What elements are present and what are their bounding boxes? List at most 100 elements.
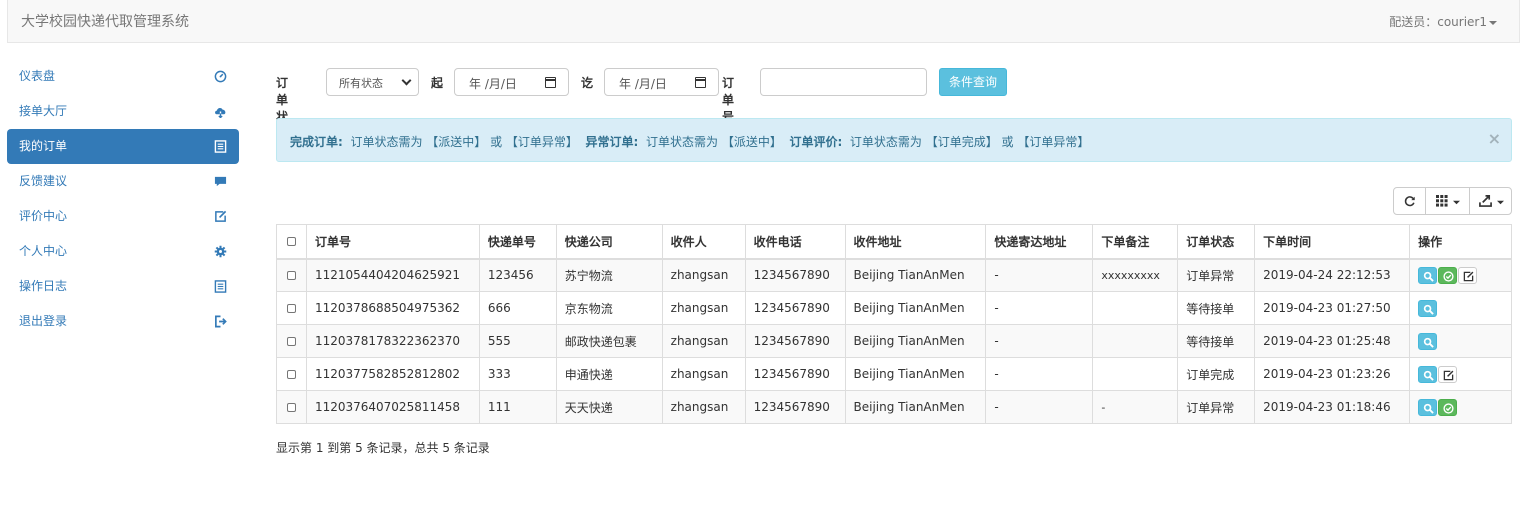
- select-all-checkbox[interactable]: [287, 237, 296, 247]
- edit-icon: [1463, 271, 1474, 282]
- edit-icon: [214, 210, 227, 223]
- to-date-input[interactable]: 年 /月/日: [604, 68, 719, 96]
- refresh-button[interactable]: [1393, 187, 1426, 215]
- time-cell: 2019-04-24 22:12:53: [1254, 258, 1411, 292]
- company-cell: 苏宁物流: [555, 258, 663, 292]
- company-cell: 申通快递: [555, 357, 663, 391]
- address-cell: Beijing TianAnMen: [844, 258, 987, 292]
- view-button[interactable]: [1418, 266, 1438, 284]
- user-label: 配送员：courier1: [1389, 15, 1487, 29]
- arrive-cell: -: [985, 291, 1094, 325]
- sidebar-item-order-hall[interactable]: 接单大厅: [7, 94, 239, 129]
- header-address[interactable]: 收件地址: [844, 224, 987, 260]
- gear-icon: [214, 245, 227, 258]
- header-tracking-no[interactable]: 快递单号: [478, 224, 557, 260]
- to-date-label: 讫: [581, 76, 594, 90]
- row-select-cell: [276, 258, 307, 292]
- export-button[interactable]: [1469, 187, 1512, 215]
- view-button[interactable]: [1418, 332, 1438, 350]
- columns-button[interactable]: [1425, 187, 1470, 215]
- search-icon: [1423, 304, 1434, 315]
- review-button[interactable]: [1438, 365, 1458, 383]
- sidebar-item-label: 操作日志: [19, 279, 68, 293]
- status-select[interactable]: 所有状态: [326, 68, 419, 96]
- order-no-cell: 1120378688504975362: [305, 291, 480, 325]
- pagination-summary: 显示第 1 到第 5 条记录，总共 5 条记录: [276, 441, 490, 455]
- company-cell: 邮政快递包裹: [555, 324, 663, 358]
- app-brand[interactable]: 大学校园快递代取管理系统: [21, 11, 189, 31]
- header-recipient[interactable]: 收件人: [661, 224, 746, 260]
- arrive-cell: -: [985, 390, 1094, 424]
- alert-value-complete: 订单状态需为 【派送中】 或 【订单异常】: [350, 135, 578, 149]
- close-icon[interactable]: ×: [1488, 129, 1501, 148]
- alert-text: 完成订单: 订单状态需为 【派送中】 或 【订单异常】 异常订单: 订单状态需为…: [290, 133, 1089, 150]
- header-order-time[interactable]: 下单时间: [1254, 224, 1411, 260]
- header-company[interactable]: 快递公司: [555, 224, 663, 260]
- sidebar-item-label: 接单大厅: [19, 104, 68, 118]
- sidebar-item-label: 评价中心: [19, 209, 68, 223]
- header-status[interactable]: 订单状态: [1177, 224, 1256, 260]
- row-select-cell: [276, 390, 307, 424]
- sidebar-item-feedback[interactable]: 反馈建议: [7, 164, 239, 199]
- search-icon: [1423, 370, 1434, 381]
- complete-button[interactable]: [1438, 266, 1458, 284]
- sidebar-item-logs[interactable]: 操作日志: [7, 269, 239, 304]
- actions-cell: [1409, 258, 1512, 292]
- complete-button[interactable]: [1438, 398, 1458, 416]
- alert-value-review: 订单状态需为 【订单完成】 或 【订单异常】: [849, 135, 1090, 149]
- sidebar-item-label: 仪表盘: [19, 69, 56, 83]
- alert-key-abnormal: 异常订单:: [585, 135, 639, 149]
- sidebar-item-reviews[interactable]: 评价中心: [7, 199, 239, 234]
- row-checkbox[interactable]: [287, 337, 296, 346]
- review-button[interactable]: [1458, 266, 1478, 284]
- user-menu[interactable]: 配送员：courier1: [1389, 13, 1497, 30]
- arrive-cell: -: [985, 258, 1094, 292]
- address-cell: Beijing TianAnMen: [844, 390, 987, 424]
- from-date-value: 年 /月/日: [469, 77, 517, 91]
- tracking-cell: 333: [478, 357, 557, 391]
- sidebar-item-label: 个人中心: [19, 244, 68, 258]
- row-select-cell: [276, 357, 307, 391]
- order-no-cell: 1120378178322362370: [305, 324, 480, 358]
- header-phone[interactable]: 收件电话: [744, 224, 846, 260]
- from-date-input[interactable]: 年 /月/日: [454, 68, 569, 96]
- calendar-icon[interactable]: [545, 77, 556, 88]
- view-button[interactable]: [1418, 365, 1438, 383]
- row-checkbox[interactable]: [287, 304, 296, 313]
- list-icon: [214, 140, 227, 153]
- sidebar-item-label: 退出登录: [19, 314, 68, 328]
- check-circle-icon: [1443, 271, 1454, 282]
- table-row: 1120376407025811458 111 天天快递 zhangsan 12…: [276, 390, 1512, 424]
- status-cell: 订单完成: [1177, 357, 1256, 391]
- table-row: 1120378688504975362 666 京东物流 zhangsan 12…: [276, 291, 1512, 325]
- sidebar-item-dashboard[interactable]: 仪表盘: [7, 59, 239, 94]
- header-arrive-address[interactable]: 快递寄达地址: [985, 224, 1094, 260]
- order-no-cell: 1120376407025811458: [305, 390, 480, 424]
- comment-icon: [214, 175, 227, 188]
- table-header-row: 订单号 快递单号 快递公司 收件人 收件电话 收件地址 快递寄达地址 下单备注 …: [276, 224, 1512, 260]
- row-checkbox[interactable]: [287, 403, 296, 412]
- header-order-no[interactable]: 订单号: [305, 224, 480, 260]
- grid-icon: [1436, 195, 1448, 207]
- row-select-cell: [276, 324, 307, 358]
- row-checkbox[interactable]: [287, 370, 296, 379]
- company-cell: 天天快递: [555, 390, 663, 424]
- phone-cell: 1234567890: [744, 258, 846, 292]
- tracking-cell: 123456: [478, 258, 557, 292]
- remark-cell: [1092, 291, 1179, 325]
- sidebar-item-my-orders[interactable]: 我的订单: [7, 129, 239, 164]
- sidebar-item-profile[interactable]: 个人中心: [7, 234, 239, 269]
- calendar-icon[interactable]: [695, 77, 706, 88]
- actions-cell: [1409, 357, 1512, 391]
- view-button[interactable]: [1418, 299, 1438, 317]
- search-icon: [1423, 271, 1434, 282]
- view-button[interactable]: [1418, 398, 1438, 416]
- query-button[interactable]: 条件查询: [939, 68, 1007, 96]
- row-checkbox[interactable]: [287, 271, 296, 281]
- actions-cell: [1409, 390, 1512, 424]
- caret-down-icon: [1497, 200, 1504, 205]
- order-no-input[interactable]: [760, 68, 927, 96]
- sidebar-item-logout[interactable]: 退出登录: [7, 304, 239, 339]
- select-all-cell: [276, 224, 307, 260]
- header-remark[interactable]: 下单备注: [1092, 224, 1179, 260]
